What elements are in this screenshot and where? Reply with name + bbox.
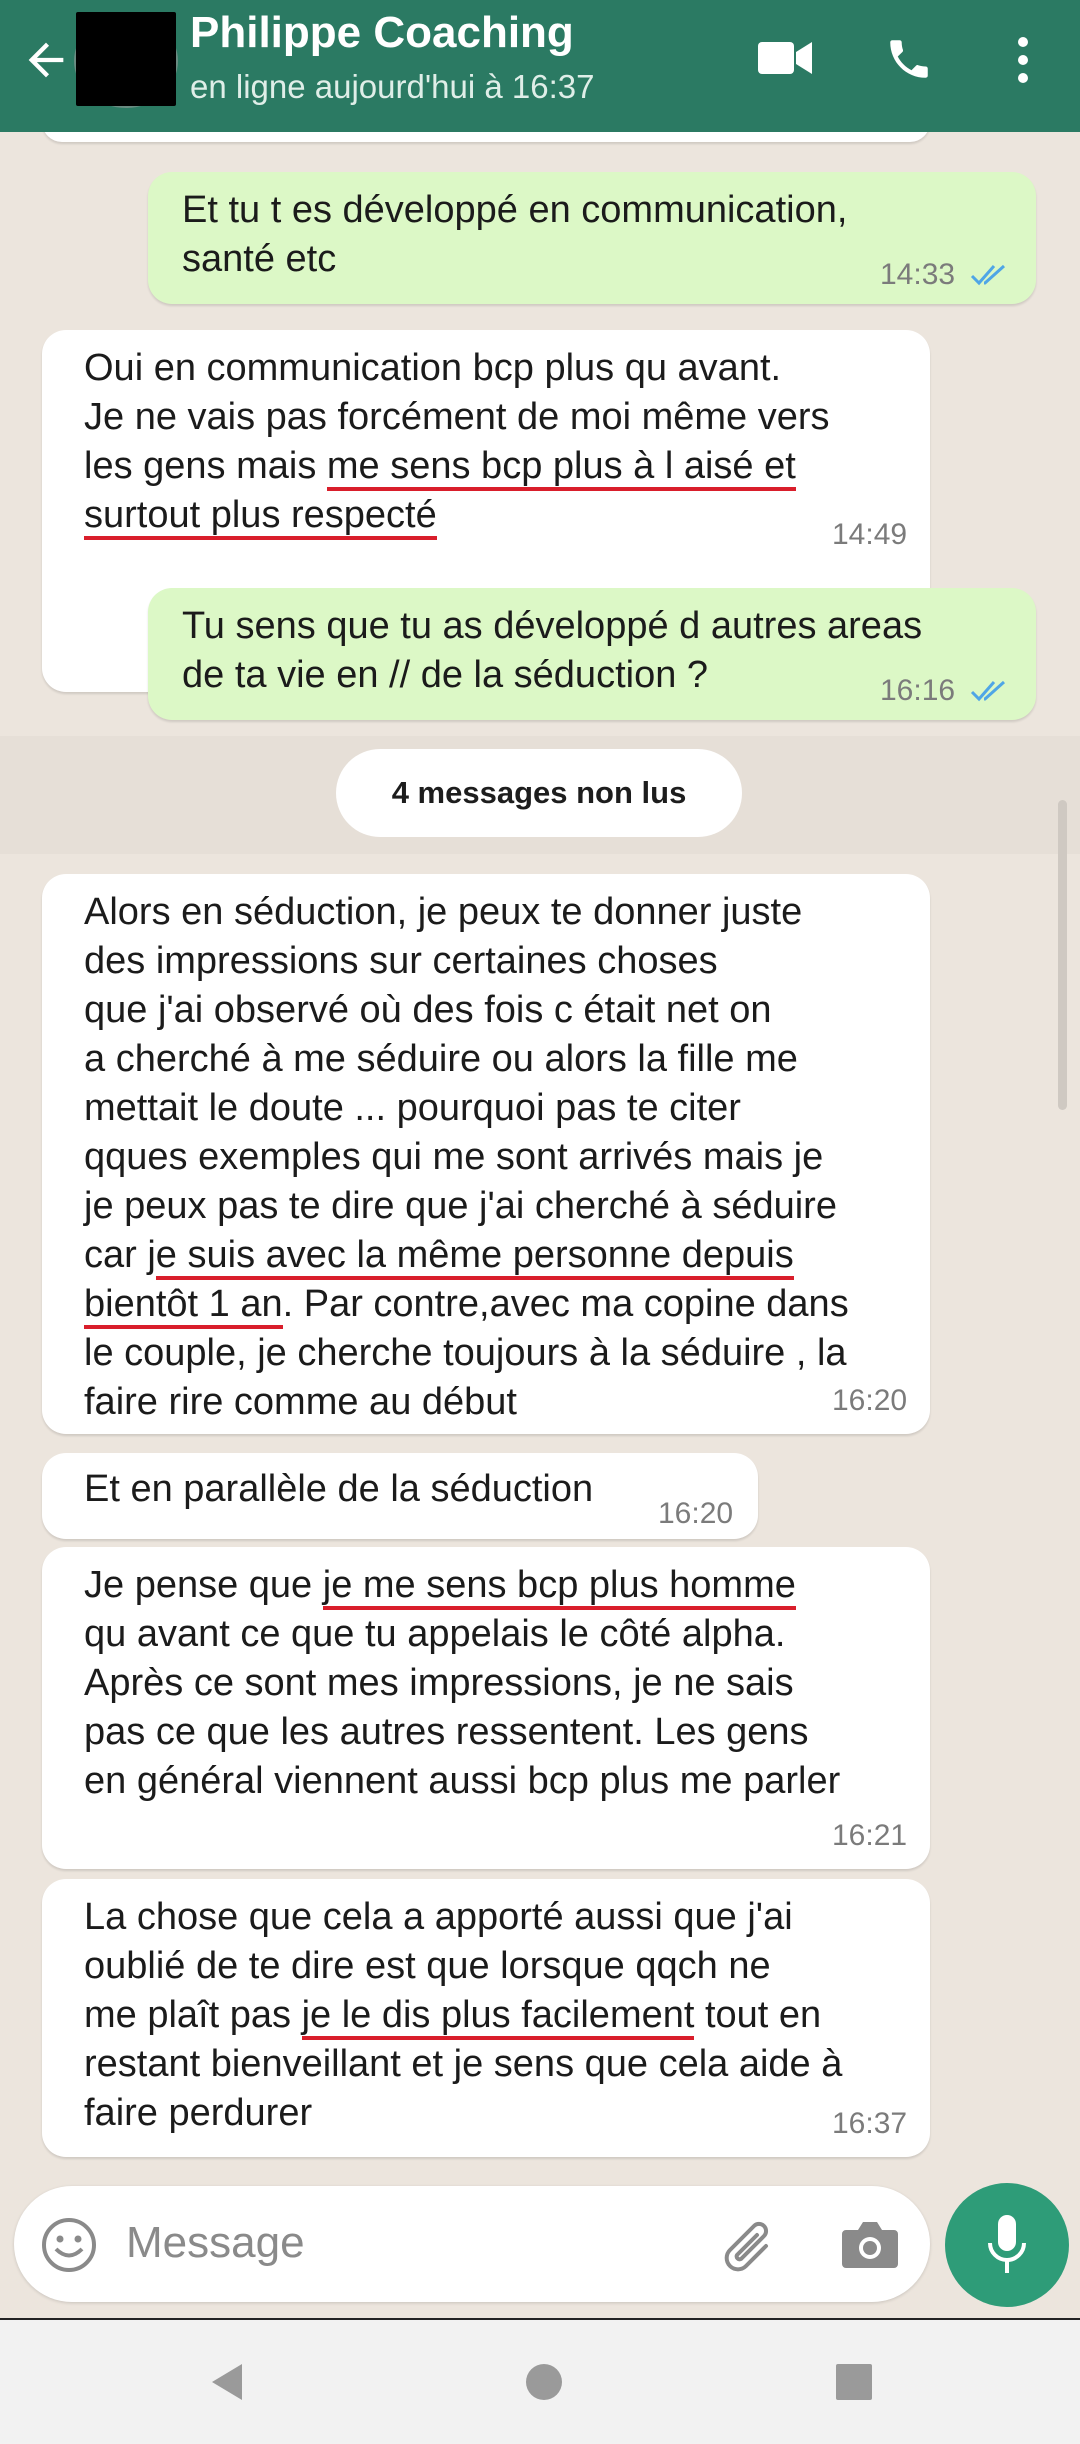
message-time: 16:16: [880, 674, 956, 707]
mic-button[interactable]: [945, 2183, 1069, 2307]
system-nav-bar: [0, 2318, 1080, 2444]
message-text: Oui en communication bcp plus qu avant. …: [84, 344, 830, 540]
message-bubble-outgoing[interactable]: Tu sens que tu as développé d autres are…: [148, 588, 1036, 720]
emoji-icon[interactable]: [40, 2216, 98, 2274]
message-bubble-incoming[interactable]: La chose que cela a apporté aussi que j'…: [42, 1879, 930, 2157]
paperclip-icon[interactable]: [720, 2216, 782, 2274]
message-text: La chose que cela a apporté aussi que j'…: [84, 1896, 843, 2134]
read-ticks-icon: [970, 264, 1006, 286]
message-time: 16:21: [832, 1819, 908, 1852]
back-arrow-icon[interactable]: [20, 34, 72, 86]
message-time: 14:33: [880, 258, 956, 291]
scrollbar[interactable]: [1058, 800, 1067, 1110]
message-bubble-incoming[interactable]: Et en parallèle de la séduction 16:20: [42, 1453, 758, 1539]
nav-back-icon[interactable]: [206, 2360, 246, 2404]
message-time: 16:37: [832, 2107, 908, 2140]
message-text: Alors en séduction, je peux te donner ju…: [84, 891, 849, 1423]
nav-home-icon[interactable]: [524, 2362, 564, 2402]
message-bubble-outgoing[interactable]: Et tu t es développé en communication, s…: [148, 172, 1036, 304]
phone-icon[interactable]: [884, 34, 934, 84]
chat-header: Philippe Coaching en ligne aujourd'hui à…: [0, 0, 1080, 132]
message-text: Je pense que je me sens bcp plus homme q…: [84, 1564, 841, 1802]
message-bubble-incoming[interactable]: Je pense que je me sens bcp plus homme q…: [42, 1547, 930, 1869]
nav-recents-icon[interactable]: [834, 2362, 874, 2402]
video-call-icon[interactable]: [756, 38, 814, 78]
message-text: Et tu t es développé en communication, s…: [182, 189, 848, 280]
message-bubble-incoming[interactable]: Alors en séduction, je peux te donner ju…: [42, 874, 930, 1434]
message-text: Tu sens que tu as développé d autres are…: [182, 605, 923, 696]
message-input[interactable]: Message: [126, 2218, 305, 2268]
unread-messages-label: 4 messages non lus: [336, 749, 742, 837]
contact-name[interactable]: Philippe Coaching: [190, 8, 574, 58]
contact-status: en ligne aujourd'hui à 16:37: [190, 68, 595, 105]
read-ticks-icon: [970, 680, 1006, 702]
avatar[interactable]: [76, 12, 176, 106]
message-text: Et en parallèle de la séduction: [84, 1468, 594, 1510]
camera-icon[interactable]: [840, 2218, 900, 2270]
mic-icon: [988, 2215, 1026, 2273]
message-list[interactable]: Et tu t es développé en communication, s…: [0, 132, 1080, 2180]
message-bubble-partial: [42, 132, 930, 142]
more-vert-icon[interactable]: [1008, 34, 1038, 86]
message-time: 14:49: [832, 518, 908, 551]
message-time: 16:20: [832, 1384, 908, 1417]
message-composer[interactable]: Message: [14, 2186, 930, 2302]
message-time: 16:20: [658, 1497, 734, 1530]
